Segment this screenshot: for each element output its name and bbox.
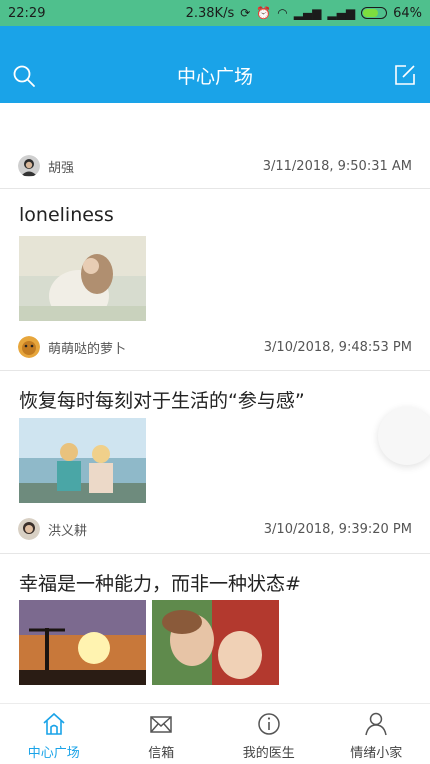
sync-icon: ⟳ <box>240 6 251 20</box>
wifi-icon: ◠ <box>277 6 288 20</box>
info-icon <box>258 713 280 735</box>
avatar[interactable] <box>18 155 40 177</box>
bottom-tab-bar: 中心广场 信箱 我的医生 情绪小家 <box>0 703 430 764</box>
post-timestamp: 3/10/2018, 9:39:20 PM <box>263 521 412 537</box>
page-title: 中心广场 <box>176 66 253 88</box>
post-photo[interactable] <box>19 236 146 321</box>
app-header: 中心广场 <box>0 26 430 103</box>
tab-mailbox[interactable]: 信箱 <box>108 704 216 764</box>
status-time: 22:29 <box>8 5 46 21</box>
tab-emotion-home[interactable]: 情绪小家 <box>323 704 430 764</box>
post-timestamp: 3/10/2018, 9:48:53 PM <box>263 339 412 355</box>
post-title[interactable]: 恢复每时每刻对于生活的“参与感” <box>19 386 305 413</box>
status-bar: 22:29 2.38K/s ⟳ ⏰ ◠ ▂▄▆ ▂▄▆ 64% <box>0 0 430 26</box>
post-photo[interactable] <box>152 600 279 685</box>
status-indicators: 2.38K/s ⟳ ⏰ ◠ ▂▄▆ ▂▄▆ 64% <box>186 6 422 21</box>
divider <box>0 370 430 371</box>
avatar[interactable] <box>18 336 40 358</box>
post-photo[interactable] <box>19 600 146 685</box>
alarm-icon: ⏰ <box>256 6 272 20</box>
network-speed: 2.38K/s <box>185 5 235 21</box>
battery-percent: 64% <box>393 5 422 21</box>
battery-icon <box>361 7 388 19</box>
divider <box>0 553 430 554</box>
post-title[interactable]: 幸福是一种能力，而非一种状态# <box>19 569 301 596</box>
author-name[interactable]: 胡强 <box>48 157 74 176</box>
tab-label: 信箱 <box>148 746 175 761</box>
compose-icon[interactable] <box>394 64 416 86</box>
author-name[interactable]: 萌萌哒的萝卜 <box>48 338 126 357</box>
post-feed[interactable]: 胡强 3/11/2018, 9:50:31 AM loneliness 萌萌哒的… <box>0 103 430 703</box>
home-icon <box>43 712 65 735</box>
tab-center-square[interactable]: 中心广场 <box>0 704 108 764</box>
post-timestamp: 3/11/2018, 9:50:31 AM <box>262 158 412 174</box>
post-author-row[interactable]: 洪义耕 3/10/2018, 9:39:20 PM <box>0 514 430 544</box>
signal-icon: ▂▄▆ <box>293 6 322 20</box>
post-title[interactable]: loneliness <box>19 204 114 226</box>
post-photo[interactable] <box>19 418 146 503</box>
mail-icon <box>150 716 172 733</box>
post-author-row[interactable]: 胡强 3/11/2018, 9:50:31 AM <box>0 151 430 181</box>
divider <box>0 188 430 189</box>
author-name[interactable]: 洪义耕 <box>48 520 87 539</box>
tab-label: 情绪小家 <box>350 746 403 761</box>
floating-action-button[interactable] <box>378 407 430 465</box>
signal-icon-2: ▂▄▆ <box>327 6 356 20</box>
tab-label: 我的医生 <box>242 746 295 761</box>
post-author-row[interactable]: 萌萌哒的萝卜 3/10/2018, 9:48:53 PM <box>0 332 430 362</box>
tab-label: 中心广场 <box>27 746 80 761</box>
person-icon <box>365 712 387 736</box>
tab-my-doctor[interactable]: 我的医生 <box>215 704 323 764</box>
avatar[interactable] <box>18 518 40 540</box>
